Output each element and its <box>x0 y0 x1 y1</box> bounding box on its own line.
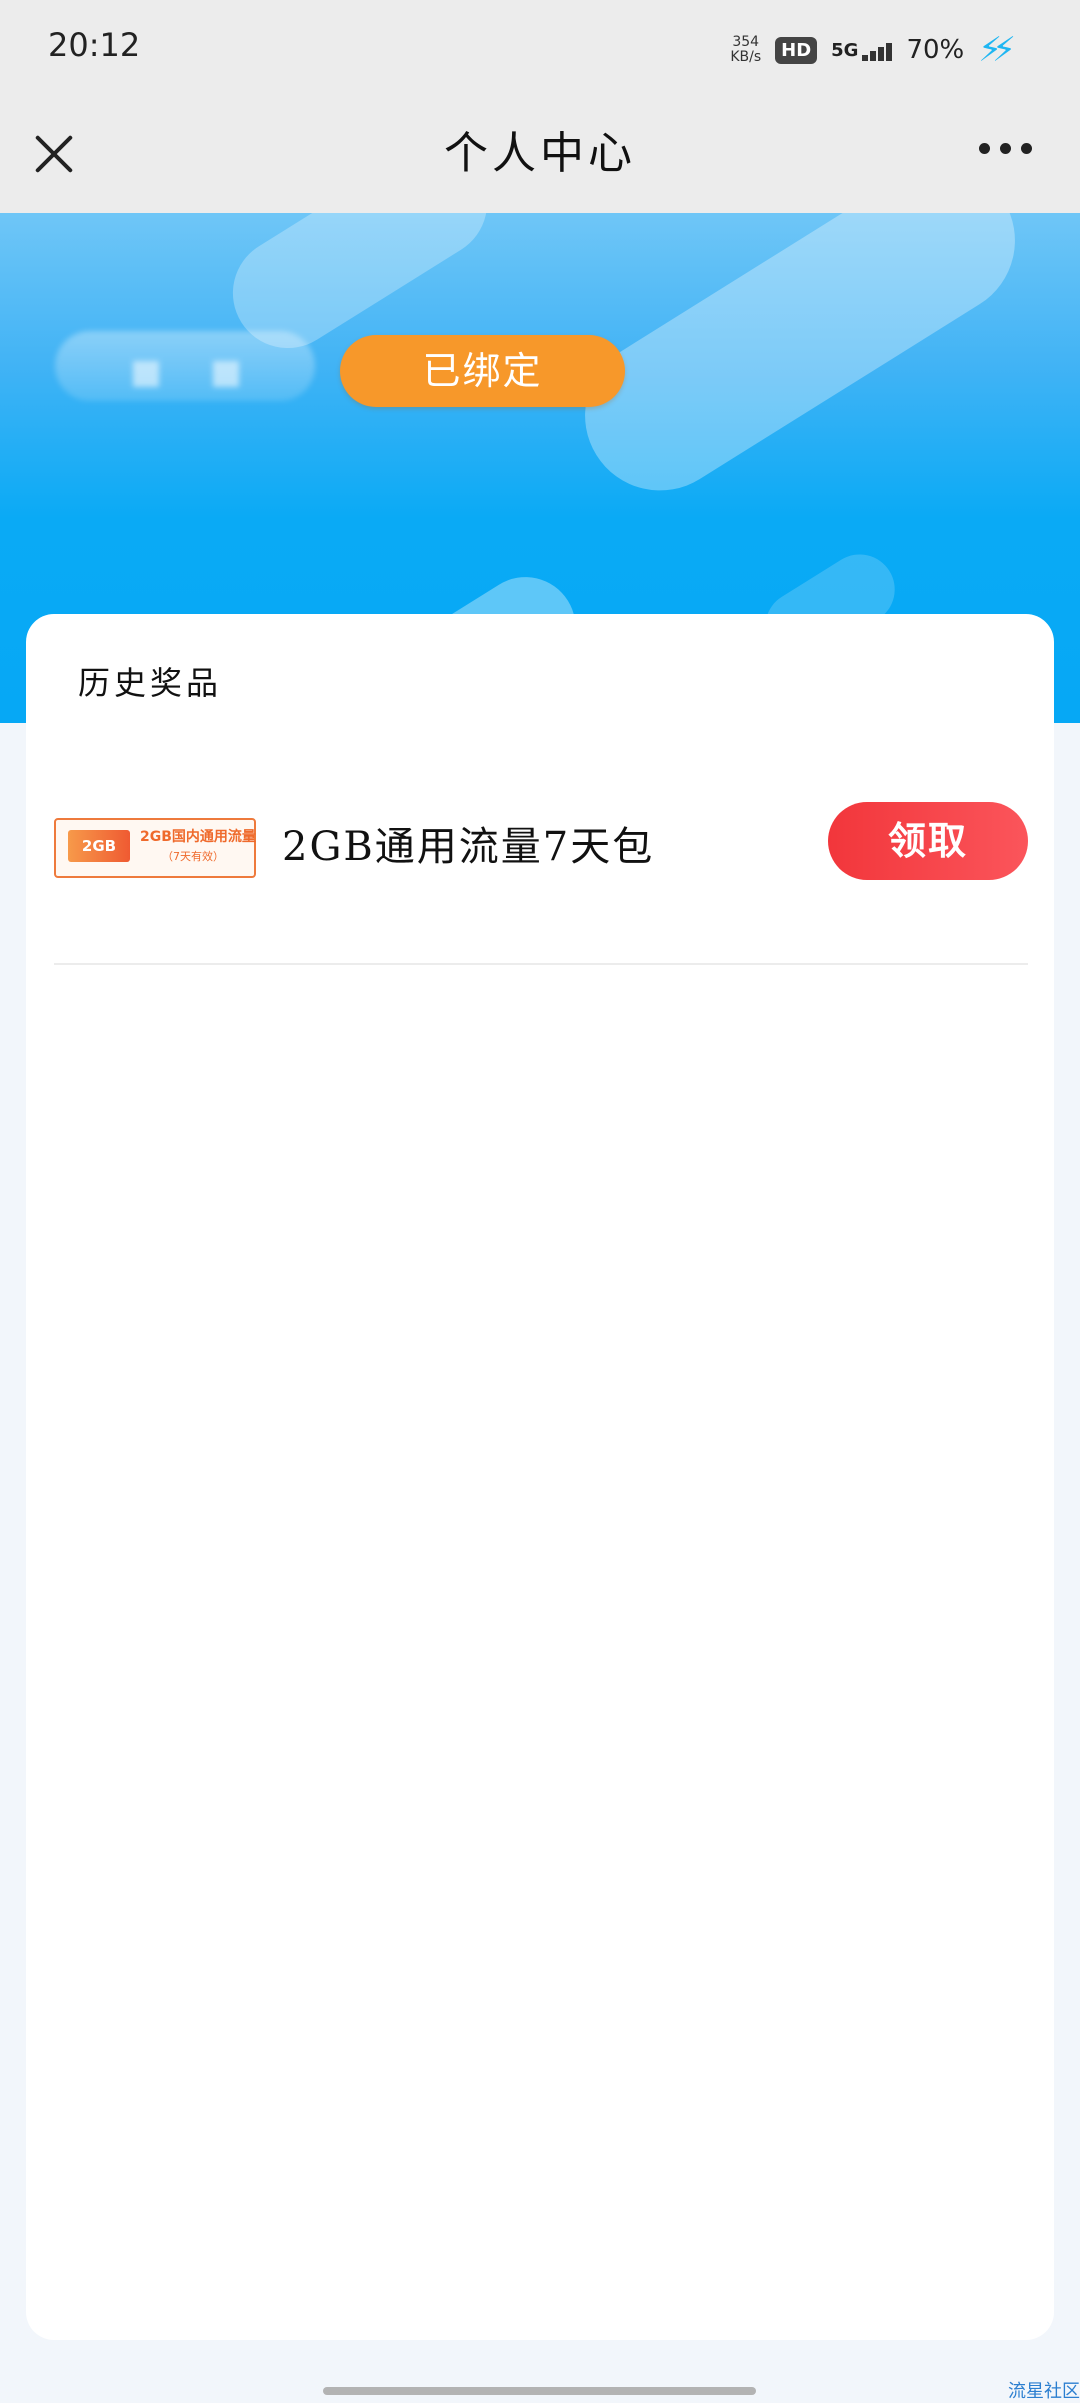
net-speed-value: 354 <box>732 34 760 50</box>
more-icon[interactable] <box>979 143 1032 154</box>
history-prizes-card: 历史奖品 2GB 2GB国内通用流量 （7天有效） 2GB通用流量7天包 领取 <box>26 614 1054 2340</box>
community-link[interactable]: 流星社区 <box>1008 2377 1080 2403</box>
title-bar: 个人中心 <box>0 95 1080 213</box>
hd-icon: HD <box>775 36 818 64</box>
status-icons: 354 KB/s HD 5G 70% ⚡⚡ <box>730 30 1016 70</box>
page-title: 个人中心 <box>444 128 636 179</box>
home-indicator[interactable] <box>323 2387 756 2395</box>
charging-icon: ⚡⚡ <box>978 30 1016 70</box>
prize-item: 2GB 2GB国内通用流量 （7天有效） 2GB通用流量7天包 领取 <box>54 802 1028 1004</box>
prize-thumbnail: 2GB 2GB国内通用流量 （7天有效） <box>54 818 256 878</box>
status-time: 20:12 <box>48 26 141 64</box>
prize-thumb-tag: 2GB <box>68 830 130 862</box>
net-speed-unit: KB/s <box>730 49 762 65</box>
battery-percent: 70% <box>906 35 965 65</box>
network-type: 5G <box>831 39 859 61</box>
prize-thumb-subtitle: （7天有效） <box>162 850 224 863</box>
row-divider <box>54 963 1028 965</box>
claim-button[interactable]: 领取 <box>828 802 1028 880</box>
prize-name: 2GB通用流量7天包 <box>282 824 655 870</box>
prize-thumb-title: 2GB国内通用流量 <box>140 829 256 845</box>
blurred-user-info <box>55 331 315 401</box>
signal-5g-icon: 5G <box>831 39 893 61</box>
status-bar: 20:12 354 KB/s HD 5G 70% ⚡⚡ <box>0 0 1080 95</box>
bound-status-badge: 已绑定 <box>340 335 625 407</box>
net-speed: 354 KB/s <box>730 35 761 65</box>
banner-decoration <box>556 213 1044 519</box>
section-title: 历史奖品 <box>78 664 223 702</box>
